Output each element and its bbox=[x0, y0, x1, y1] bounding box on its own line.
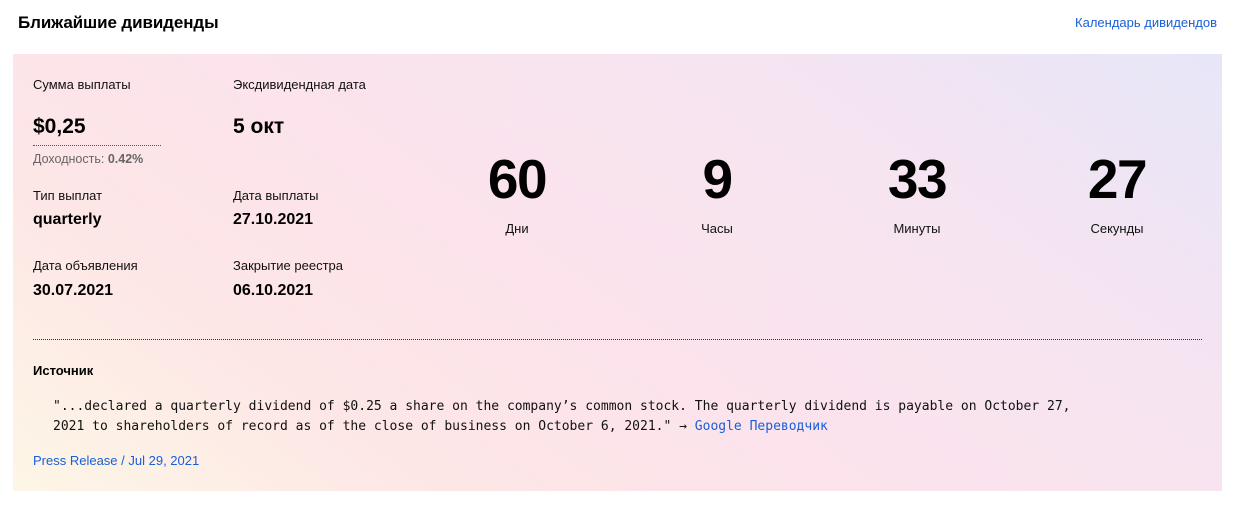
section-title: Ближайшие дивиденды bbox=[18, 13, 219, 32]
countdown-minutes-value: 33 bbox=[887, 148, 948, 210]
announce-date-value: 30.07.2021 bbox=[33, 282, 114, 299]
dividend-calendar-link[interactable]: Календарь дивидендов bbox=[1075, 15, 1217, 30]
section-header: Ближайшие дивиденды Календарь дивидендов bbox=[0, 0, 1234, 54]
source-title: Источник bbox=[33, 363, 94, 378]
countdown-days-value: 60 bbox=[487, 148, 548, 210]
record-date-value: 06.10.2021 bbox=[233, 282, 314, 299]
amount-underline bbox=[33, 145, 161, 146]
amount-label: Сумма выплаты bbox=[33, 77, 131, 92]
countdown-hours-value: 9 bbox=[702, 148, 733, 210]
source-quote-text: "...declared a quarterly dividend of $0.… bbox=[53, 399, 1071, 434]
section-divider bbox=[33, 339, 1202, 340]
payout-type-label: Тип выплат bbox=[33, 188, 103, 203]
countdown-seconds-value: 27 bbox=[1087, 148, 1148, 210]
announce-date-label: Дата объявления bbox=[33, 258, 138, 273]
ex-date-label: Эксдивидендная дата bbox=[233, 77, 366, 92]
dividend-card: Сумма выплаты $0,25 Доходность: 0.42% Ти… bbox=[13, 54, 1222, 491]
payout-type-value: quarterly bbox=[33, 211, 102, 228]
countdown-minutes-label: Минуты bbox=[893, 221, 941, 236]
countdown-seconds-label: Секунды bbox=[1090, 221, 1144, 236]
countdown-hours-label: Часы bbox=[701, 221, 733, 236]
yield-text: Доходность: 0.42% bbox=[33, 152, 143, 166]
source-quote: "...declared a quarterly dividend of $0.… bbox=[53, 397, 1193, 437]
record-date-label: Закрытие реестра bbox=[233, 258, 344, 273]
yield-value: 0.42% bbox=[107, 152, 144, 166]
ex-date-value: 5 окт bbox=[233, 115, 285, 138]
press-release-link[interactable]: Press Release / Jul 29, 2021 bbox=[33, 453, 199, 468]
yield-label: Доходность: bbox=[33, 152, 105, 166]
payment-date-label: Дата выплаты bbox=[233, 188, 319, 203]
amount-value[interactable]: $0,25 bbox=[33, 115, 86, 139]
google-translate-link[interactable]: Google Переводчик bbox=[695, 419, 828, 434]
payment-date-value: 27.10.2021 bbox=[233, 211, 314, 228]
countdown-days-label: Дни bbox=[505, 221, 529, 236]
